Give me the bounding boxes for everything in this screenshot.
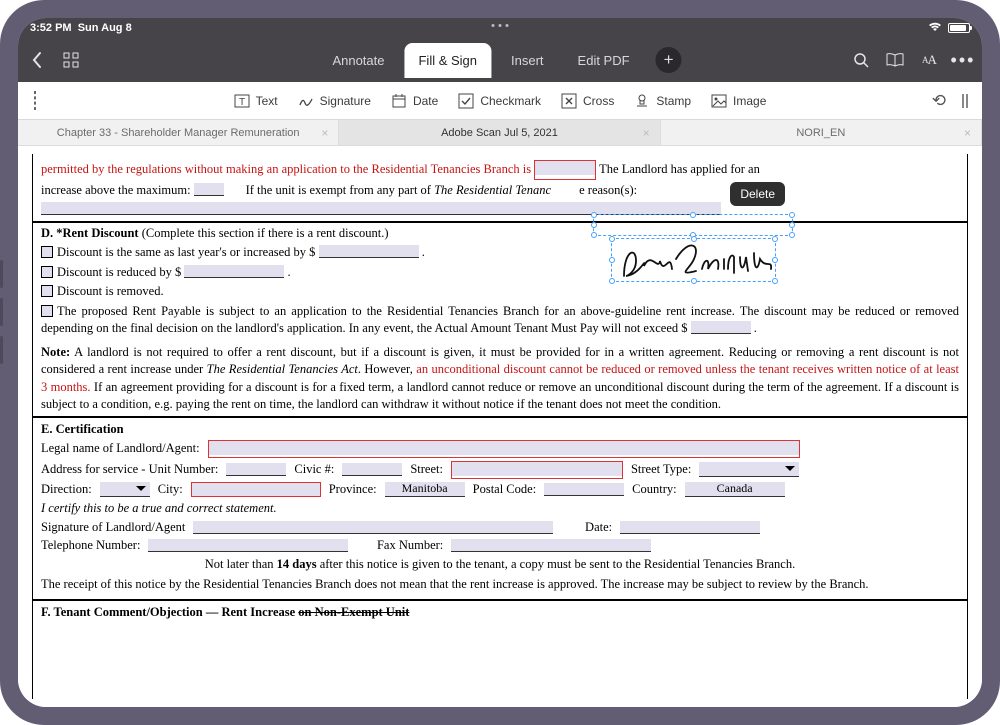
form-field[interactable] <box>342 463 402 476</box>
direction-select[interactable] <box>100 482 150 497</box>
tool-stamp[interactable]: Stamp <box>634 93 691 109</box>
city-select[interactable] <box>191 482 321 497</box>
add-tab-button[interactable]: + <box>656 47 682 73</box>
search-icon[interactable] <box>852 51 870 69</box>
tool-checkmark[interactable]: Checkmark <box>458 93 541 109</box>
battery-icon <box>948 23 970 33</box>
grid-icon[interactable] <box>62 51 80 69</box>
form-field[interactable] <box>691 321 751 334</box>
country-field[interactable]: Canada <box>685 482 785 497</box>
province-field[interactable]: Manitoba <box>385 482 465 497</box>
section-f: F. Tenant Comment/Objection — Rent Incre… <box>33 599 967 620</box>
section-heading: D. *Rent Discount <box>41 226 142 240</box>
form-field[interactable] <box>193 521 553 534</box>
file-tab-3[interactable]: NORI_EN× <box>661 120 982 145</box>
section-e: E. Certification Legal name of Landlord/… <box>33 416 967 600</box>
tool-date[interactable]: Date <box>391 93 438 109</box>
close-icon[interactable]: × <box>643 126 650 140</box>
form-text: The Landlord has applied for an <box>599 162 760 176</box>
status-time: 3:52 PM <box>30 22 72 34</box>
checkbox[interactable] <box>41 305 53 317</box>
close-icon[interactable]: × <box>321 126 328 140</box>
signature-glyph <box>616 241 776 281</box>
document-viewport[interactable]: permitted by the regulations without mak… <box>18 146 982 707</box>
form-field[interactable] <box>226 463 286 476</box>
fillsign-toolbar: TText Signature Date Checkmark Cross Sta… <box>18 82 982 120</box>
form-field[interactable] <box>184 265 284 278</box>
form-field[interactable] <box>451 539 651 552</box>
book-icon[interactable] <box>886 51 904 69</box>
section-heading: E. Certification <box>41 422 959 437</box>
form-text: If the unit is exempt from any part of <box>246 183 435 197</box>
text-settings-icon[interactable]: AA <box>920 51 938 69</box>
form-text: increase above the maximum: <box>41 183 191 197</box>
file-tabs: Chapter 33 - Shareholder Manager Remuner… <box>18 120 982 146</box>
form-field[interactable] <box>620 521 760 534</box>
form-text: permitted by the regulations without mak… <box>41 162 531 176</box>
svg-text:T: T <box>239 97 245 108</box>
file-tab-2[interactable]: Adobe Scan Jul 5, 2021× <box>339 120 660 145</box>
tab-fill-sign[interactable]: Fill & Sign <box>404 43 491 78</box>
tab-edit-pdf[interactable]: Edit PDF <box>564 43 644 78</box>
selection-box[interactable] <box>611 238 776 282</box>
tool-image[interactable]: Image <box>711 93 766 109</box>
delete-tooltip[interactable]: Delete <box>730 182 785 206</box>
checkbox[interactable] <box>41 246 53 258</box>
status-date: Sun Aug 8 <box>78 22 132 34</box>
form-field[interactable] <box>544 483 624 496</box>
close-icon[interactable]: × <box>964 126 971 140</box>
signature-annotation[interactable]: Delete <box>593 214 793 284</box>
top-nav: Annotate Fill & Sign Insert Edit PDF + A… <box>18 38 982 82</box>
status-bar: 3:52 PM Sun Aug 8 <box>18 18 982 38</box>
panels-icon[interactable] <box>962 94 968 108</box>
tool-signature[interactable]: Signature <box>298 93 371 109</box>
checkbox[interactable] <box>41 266 53 278</box>
selection-box[interactable] <box>593 214 793 236</box>
section-heading: F. Tenant Comment/Objection — Rent Incre… <box>41 605 298 619</box>
form-field[interactable] <box>319 245 419 258</box>
tab-insert[interactable]: Insert <box>497 43 558 78</box>
undo-icon[interactable]: ⟲ <box>932 91 946 111</box>
back-icon[interactable] <box>28 51 46 69</box>
form-field[interactable] <box>194 183 224 196</box>
tab-annotate[interactable]: Annotate <box>318 43 398 78</box>
form-field[interactable] <box>148 539 348 552</box>
wifi-icon <box>928 22 942 35</box>
tool-text[interactable]: TText <box>234 93 278 109</box>
tool-cross[interactable]: Cross <box>561 93 614 109</box>
file-tab-1[interactable]: Chapter 33 - Shareholder Manager Remuner… <box>18 120 339 145</box>
street-type-select[interactable] <box>699 462 799 477</box>
select-area-icon[interactable] <box>34 91 36 110</box>
checkbox[interactable] <box>41 285 53 297</box>
more-icon[interactable]: ••• <box>954 51 972 69</box>
